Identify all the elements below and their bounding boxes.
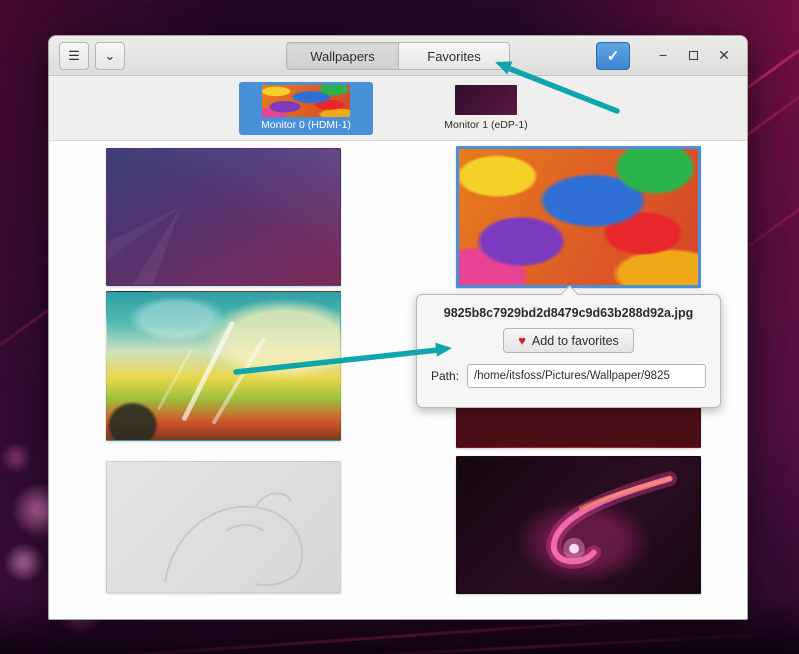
wallpaper-thumbnail-gray-mascot[interactable]	[106, 461, 341, 593]
app-window: ☰ ⌄ Wallpapers Favorites ✓ − ✕ Monitor 0…	[48, 35, 748, 620]
checkmark-icon: ✓	[606, 47, 620, 65]
minimize-icon: −	[659, 47, 668, 64]
path-label: Path:	[431, 369, 460, 383]
mascot-outline-graphic	[163, 492, 303, 587]
close-icon: ✕	[718, 47, 730, 64]
minimize-button[interactable]: −	[650, 42, 676, 68]
monitor-item-1[interactable]: Monitor 1 (eDP-1)	[421, 85, 551, 131]
monitor-1-label: Monitor 1 (eDP-1)	[444, 119, 528, 131]
monitor-0-thumbnail	[262, 85, 350, 117]
window-controls: − ✕	[650, 42, 737, 69]
header-right-group: ✓ − ✕	[596, 41, 737, 70]
maximize-button[interactable]	[681, 43, 707, 69]
tab-favorites-label: Favorites	[427, 48, 481, 64]
apply-button[interactable]: ✓	[596, 41, 631, 70]
chevron-down-icon: ⌄	[104, 47, 116, 63]
heart-icon: ♥	[518, 333, 526, 348]
swirl-comet-graphic	[546, 471, 678, 569]
wallpaper-thumbnail-purple-polygons[interactable]	[106, 148, 341, 286]
wallpaper-thumbnail-watercolor-rockets[interactable]	[106, 291, 341, 441]
monitor-0-label: Monitor 0 (HDMI-1)	[261, 119, 351, 131]
wallpaper-popover: 9825b8c7929bd2d8479c9d63b288d92a.jpg ♥ A…	[416, 294, 721, 408]
tab-wallpapers-label: Wallpapers	[310, 48, 375, 64]
tab-favorites[interactable]: Favorites	[398, 42, 510, 70]
header-bar: ☰ ⌄ Wallpapers Favorites ✓ − ✕	[49, 36, 747, 76]
header-left-group: ☰ ⌄	[59, 41, 125, 70]
popover-filename: 9825b8c7929bd2d8479c9d63b288d92a.jpg	[443, 306, 694, 320]
expand-button[interactable]: ⌄	[95, 41, 125, 70]
wallpaper-grid: 9825b8c7929bd2d8479c9d63b288d92a.jpg ♥ A…	[49, 141, 747, 619]
monitor-bar: Monitor 0 (HDMI-1) Monitor 1 (eDP-1)	[49, 76, 747, 141]
monitor-1-thumbnail	[455, 85, 517, 115]
add-to-favorites-label: Add to favorites	[531, 333, 619, 348]
tab-wallpapers[interactable]: Wallpapers	[286, 42, 398, 70]
path-input[interactable]	[467, 364, 706, 388]
maximize-icon	[689, 51, 699, 61]
view-switcher: Wallpapers Favorites	[286, 42, 510, 70]
wallpaper-thumbnail-colorful-paint-selected[interactable]	[456, 146, 701, 288]
wallpaper-thumbnail-pink-swirl[interactable]	[456, 456, 701, 594]
rocket-trails-graphic	[157, 321, 266, 425]
hamburger-icon: ☰	[68, 47, 80, 63]
monitor-item-0[interactable]: Monitor 0 (HDMI-1)	[239, 82, 373, 135]
add-to-favorites-button[interactable]: ♥ Add to favorites	[503, 328, 634, 353]
close-button[interactable]: ✕	[711, 43, 737, 69]
menu-button[interactable]: ☰	[59, 41, 89, 70]
path-row: Path:	[417, 364, 720, 388]
